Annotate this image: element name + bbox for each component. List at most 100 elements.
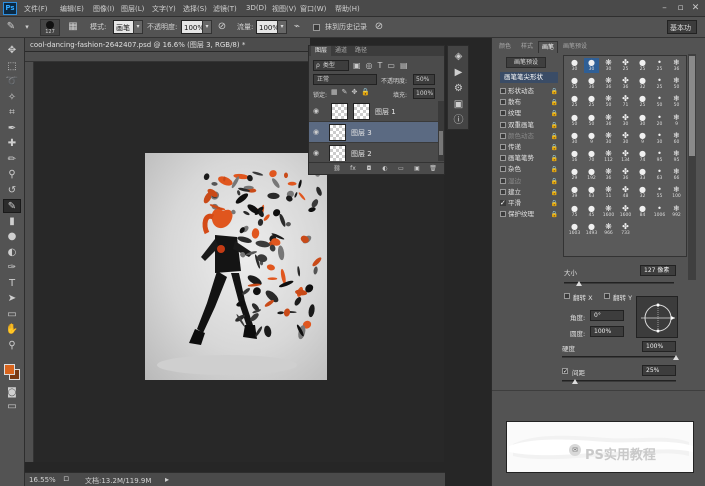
document-tab[interactable]: cool-dancing-fashion-2642407.psd @ 16.6%…	[25, 38, 310, 52]
adjustment-icon[interactable]: ◐	[379, 164, 391, 174]
properties-panel-icon[interactable]: ▣	[451, 98, 466, 111]
brush-presets-button[interactable]: 画笔预设	[506, 57, 546, 68]
brush-setting-checkbox[interactable]	[500, 177, 506, 184]
visibility-eye-icon[interactable]: ◉	[313, 149, 321, 157]
brush-preset[interactable]: ❄ 60	[669, 131, 684, 146]
brush-setting-checkbox[interactable]	[500, 110, 506, 117]
tab-channels[interactable]: 通道	[331, 46, 351, 56]
flow-input[interactable]: 100%	[256, 20, 279, 34]
brush-preset[interactable]: ● 32	[635, 76, 650, 91]
mask-icon[interactable]: ◘	[363, 164, 375, 174]
brush-preset[interactable]: ❄ 95	[669, 149, 684, 164]
chevron-down-icon[interactable]: ▾	[202, 20, 212, 34]
menu-item[interactable]: 文件(F)	[24, 4, 48, 14]
brush-preset[interactable]: ● 84	[635, 204, 650, 219]
brush-preset[interactable]: ● 29	[567, 167, 582, 182]
brush-preset[interactable]: ● 75	[567, 204, 582, 219]
brush-preset[interactable]: ● 30	[584, 58, 599, 73]
new-layer-icon[interactable]: ▣	[411, 164, 423, 174]
minimize-button[interactable]: –	[659, 3, 670, 13]
size-slider-thumb[interactable]	[576, 281, 582, 286]
restore-button[interactable]: ▫	[675, 3, 686, 13]
brush-preset[interactable]: ❄ 9	[669, 113, 684, 128]
brush-tool-icon[interactable]: ✏	[3, 153, 21, 167]
zoom-level[interactable]: 16.55%	[29, 476, 56, 484]
pressure-size-icon[interactable]: ⊘	[372, 20, 386, 34]
tab-layers[interactable]: 图层	[311, 46, 332, 56]
brush-preset[interactable]: ● 33	[635, 167, 650, 182]
brush-preset[interactable]: • 95	[652, 149, 667, 164]
spacing-slider[interactable]	[562, 380, 676, 382]
brush-preset[interactable]: ❄ 100	[669, 185, 684, 200]
tool-preset-dropdown-icon[interactable]: ▾	[20, 20, 34, 34]
airbrush-icon[interactable]: ⌁	[290, 20, 304, 34]
hand-tool-icon[interactable]: ✋	[3, 323, 21, 337]
eraser-tool-icon[interactable]: ✎	[3, 199, 21, 213]
brush-preset[interactable]: ● 30	[567, 131, 582, 146]
marquee-tool-icon[interactable]: ⬚	[3, 60, 21, 74]
brush-setting-checkbox[interactable]	[500, 121, 506, 128]
history-panel-icon[interactable]: ▶	[451, 66, 466, 79]
hardness-input[interactable]: 100%	[642, 341, 676, 352]
brush-setting-item[interactable]: 湿边 🔒	[500, 176, 558, 187]
layer-row[interactable]: ◉ 图层 3	[309, 122, 438, 143]
brush-preset[interactable]: ● 9	[635, 131, 650, 146]
lock-icon[interactable]: 🔒	[551, 86, 558, 97]
foreground-color-swatch[interactable]	[4, 364, 15, 375]
brush-preset[interactable]: ✤ 733	[618, 222, 633, 237]
spacing-checkbox[interactable]: ✓	[562, 368, 568, 375]
brush-preset[interactable]: • 1006	[652, 204, 667, 219]
brush-preset[interactable]: ● 192	[584, 167, 599, 182]
layers-panel-icon[interactable]: ◈	[451, 50, 466, 63]
close-button[interactable]: ✕	[690, 3, 701, 13]
brush-setting-item[interactable]: 形状动态 🔒	[500, 86, 558, 97]
menu-item[interactable]: 图层(L)	[121, 4, 144, 14]
path-select-icon[interactable]: ➤	[3, 292, 21, 306]
brush-preset[interactable]: ❄ 992	[669, 204, 684, 219]
erase-history-checkbox[interactable]	[313, 24, 320, 31]
flip-x-checkbox[interactable]	[564, 293, 570, 299]
brush-setting-item[interactable]: 传递 🔒	[500, 142, 558, 153]
chevron-down-icon[interactable]: ▾	[277, 20, 287, 34]
brush-preset[interactable]: ● 16	[567, 149, 582, 164]
angle-roundness-widget[interactable]	[636, 296, 678, 338]
lock-icons[interactable]: ▦✎✥🔒	[331, 88, 374, 96]
clone-stamp-icon[interactable]: ⚲	[3, 168, 21, 182]
brush-preset[interactable]: ● 9	[584, 131, 599, 146]
pen-tool-icon[interactable]: ✑	[3, 261, 21, 275]
fx-icon[interactable]: fx	[347, 164, 359, 174]
tab-styles[interactable]: 样式	[518, 41, 536, 53]
blend-mode-dropdown[interactable]: 正常	[313, 74, 377, 85]
lock-icon[interactable]: 🔒	[551, 153, 558, 164]
brush-preset[interactable]: ✤ 25	[618, 58, 633, 73]
brush-preset[interactable]: ● 39	[567, 185, 582, 200]
gradient-tool-icon[interactable]: ▮	[3, 215, 21, 229]
brush-setting-checkbox[interactable]	[500, 211, 506, 218]
menu-item[interactable]: 选择(S)	[183, 4, 207, 14]
spacing-slider-thumb[interactable]	[572, 379, 578, 384]
history-brush-icon[interactable]: ↺	[3, 184, 21, 198]
brush-preset[interactable]: • 20	[652, 113, 667, 128]
brush-preset[interactable]: ❄ 36	[669, 58, 684, 73]
brush-preset[interactable]: ✤ 30	[618, 113, 633, 128]
tab-brush-presets[interactable]: 画笔预设	[560, 41, 590, 53]
brush-preset[interactable]: ✤ 36	[618, 167, 633, 182]
brush-preset[interactable]: ● 32	[635, 185, 650, 200]
brush-setting-item[interactable]: 纹理 🔒	[500, 108, 558, 119]
tab-brush[interactable]: 画笔	[538, 41, 559, 53]
type-tool-icon[interactable]: T	[3, 277, 21, 291]
brush-grid-scrollbar[interactable]	[688, 54, 696, 280]
lock-icon[interactable]: 🔒	[551, 120, 558, 131]
brush-setting-item[interactable]: 杂色 🔒	[500, 164, 558, 175]
brush-preset[interactable]: ❋ 112	[601, 149, 616, 164]
hardness-slider[interactable]	[562, 356, 676, 358]
brush-preset[interactable]: ❋ 30	[601, 58, 616, 73]
brush-preset[interactable]: • 55	[652, 185, 667, 200]
menu-item[interactable]: 窗口(W)	[300, 4, 326, 14]
tab-color[interactable]: 颜色	[496, 41, 514, 53]
pressure-opacity-icon[interactable]: ⊘	[215, 20, 229, 34]
brush-setting-item[interactable]: 画笔笔势 🔒	[500, 153, 558, 164]
menu-item[interactable]: 滤镜(T)	[213, 4, 237, 14]
brush-setting-checkbox[interactable]: ✓	[500, 200, 506, 207]
brush-setting-checkbox[interactable]	[500, 88, 506, 94]
